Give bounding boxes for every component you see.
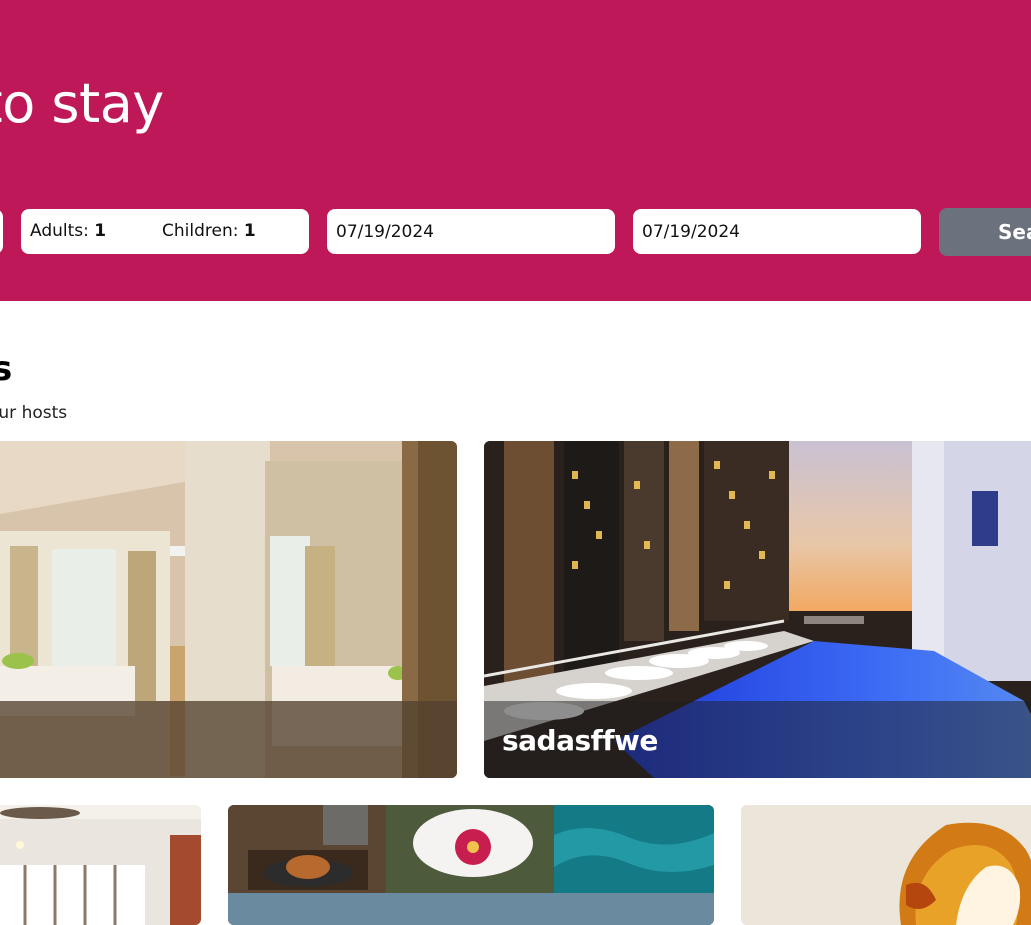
adults-count: Adults: 1 [30, 221, 106, 241]
hero-banner: els to stay Adults: 1 Children: 1 07/19/… [0, 0, 1031, 301]
search-button[interactable]: Sea [939, 208, 1031, 256]
children-label: Children: [162, 221, 239, 241]
card-caption-bar [0, 701, 457, 778]
card-caption-bar: sadasffwe [484, 701, 1031, 778]
section-subtitle: our hosts [0, 403, 68, 423]
lion-logo-image [741, 805, 1031, 925]
hotel-card-interior[interactable] [0, 805, 201, 925]
collage-image [228, 805, 714, 925]
hero-title: els to stay [0, 72, 164, 135]
checkin-date-value: 07/19/2024 [336, 221, 434, 242]
card-label: sadasffwe [502, 724, 658, 757]
checkout-date-field[interactable]: 07/19/2024 [633, 209, 921, 254]
destination-field-edge[interactable] [0, 209, 3, 254]
adults-value: 1 [94, 221, 107, 241]
hotel-card-lion[interactable] [741, 805, 1031, 925]
children-value: 1 [243, 221, 256, 241]
adults-label: Adults: [30, 221, 89, 241]
checkout-date-value: 07/19/2024 [642, 221, 740, 242]
interior-image [0, 805, 201, 925]
hotel-card-collage[interactable] [228, 805, 714, 925]
hotel-card-rooftop-pool[interactable]: sadasffwe [484, 441, 1031, 778]
section-title: s [0, 349, 13, 389]
guests-selector[interactable]: Adults: 1 Children: 1 [21, 209, 309, 254]
hotel-card-room[interactable] [0, 441, 457, 778]
checkin-date-field[interactable]: 07/19/2024 [327, 209, 615, 254]
children-count: Children: 1 [162, 221, 256, 241]
